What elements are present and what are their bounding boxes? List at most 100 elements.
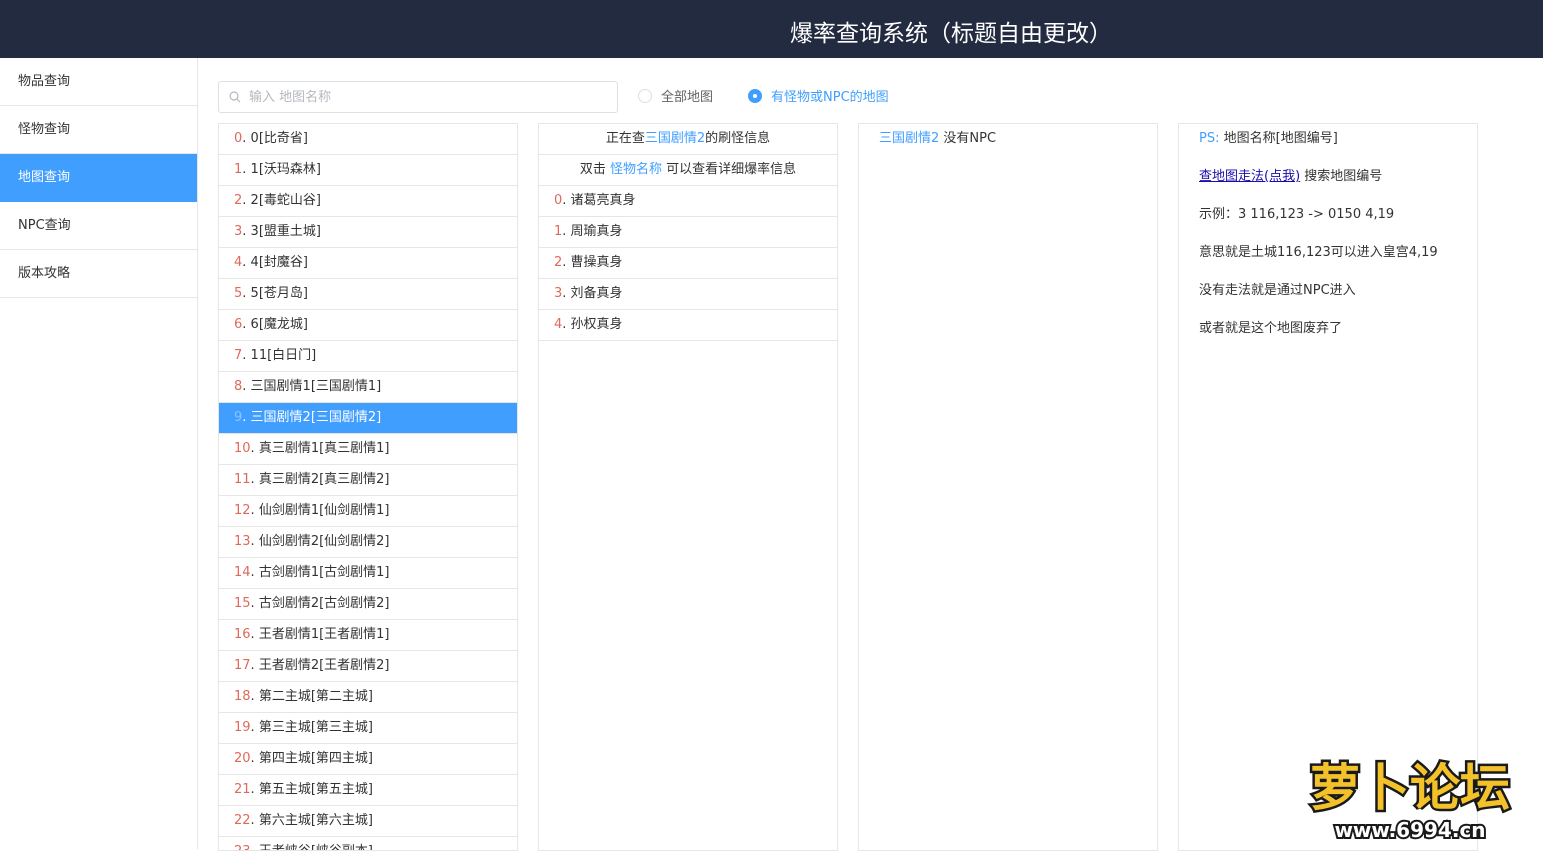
map-index: 13 — [234, 534, 251, 549]
info-example: 示例：3 116,123 -> 0150 4,19 — [1179, 200, 1477, 238]
monster-list-item[interactable]: 2. 曹操真身 — [539, 248, 837, 279]
map-list-item[interactable]: 3. 3[盟重土城] — [219, 217, 517, 248]
map-index: 17 — [234, 658, 251, 673]
radio-all-maps-label: 全部地图 — [661, 86, 713, 105]
map-index: 19 — [234, 720, 251, 735]
hint-prefix: 双击 — [580, 162, 606, 177]
map-index: 11 — [234, 472, 251, 487]
ps-text: 地图名称[地图编号] — [1224, 131, 1338, 146]
monster-list-item[interactable]: 4. 孙权真身 — [539, 310, 837, 341]
map-index: 18 — [234, 689, 251, 704]
map-name: 王者峡谷[峡谷副本] — [259, 844, 373, 851]
monster-list: 0. 诸葛亮真身1. 周瑜真身2. 曹操真身3. 刘备真身4. 孙权真身 — [539, 186, 837, 341]
map-search-input[interactable] — [249, 86, 609, 108]
sidebar-item-monsters[interactable]: 怪物查询 — [0, 106, 197, 154]
map-list-item[interactable]: 10. 真三剧情1[真三剧情1] — [219, 434, 517, 465]
npc-map-name: 三国剧情2 — [879, 131, 939, 146]
map-list-item[interactable]: 17. 王者剧情2[王者剧情2] — [219, 651, 517, 682]
forum-logo-watermark: 萝卜论坛 www.6994.cn — [1292, 747, 1528, 843]
info-ps: PS: 地图名称[地图编号] — [1179, 124, 1477, 162]
map-index: 21 — [234, 782, 251, 797]
map-index: 16 — [234, 627, 251, 642]
map-name: 三国剧情1[三国剧情1] — [251, 379, 382, 394]
map-list-item[interactable]: 14. 古剑剧情1[古剑剧情1] — [219, 558, 517, 589]
map-name: 王者剧情2[王者剧情2] — [259, 658, 390, 673]
map-name: 1[沃玛森林] — [251, 162, 321, 177]
radio-monster-maps-label: 有怪物或NPC的地图 — [771, 86, 889, 105]
map-list-item[interactable]: 7. 11[白日门] — [219, 341, 517, 372]
map-list-item[interactable]: 20. 第四主城[第四主城] — [219, 744, 517, 775]
monster-list-item[interactable]: 0. 诸葛亮真身 — [539, 186, 837, 217]
map-name: 真三剧情2[真三剧情2] — [259, 472, 390, 487]
map-list-item[interactable]: 11. 真三剧情2[真三剧情2] — [219, 465, 517, 496]
map-name: 3[盟重土城] — [251, 224, 321, 239]
map-list-item[interactable]: 4. 4[封魔谷] — [219, 248, 517, 279]
header-map-name: 三国剧情2 — [645, 131, 705, 146]
monster-list-item[interactable]: 1. 周瑜真身 — [539, 217, 837, 248]
map-name: 4[封魔谷] — [251, 255, 308, 270]
map-name: 仙剑剧情2[仙剑剧情2] — [259, 534, 390, 549]
monster-name: 刘备真身 — [571, 286, 623, 301]
map-index: 10 — [234, 441, 251, 456]
monster-list-item[interactable]: 3. 刘备真身 — [539, 279, 837, 310]
search-icon — [229, 91, 241, 103]
map-name: 古剑剧情1[古剑剧情1] — [259, 565, 390, 580]
monster-name: 曹操真身 — [571, 255, 623, 270]
map-route-link[interactable]: 查地图走法(点我) — [1199, 169, 1300, 184]
map-name: 古剑剧情2[古剑剧情2] — [259, 596, 390, 611]
map-index: 23 — [234, 844, 251, 851]
info-panel: PS: 地图名称[地图编号] 查地图走法(点我) 搜索地图编号 示例：3 116… — [1178, 123, 1478, 851]
info-link-line: 查地图走法(点我) 搜索地图编号 — [1179, 162, 1477, 200]
map-list-item[interactable]: 21. 第五主城[第五主城] — [219, 775, 517, 806]
map-list-item[interactable]: 5. 5[苍月岛] — [219, 279, 517, 310]
map-list-item[interactable]: 2. 2[毒蛇山谷] — [219, 186, 517, 217]
map-list-item[interactable]: 18. 第二主城[第二主城] — [219, 682, 517, 713]
map-list-item[interactable]: 9. 三国剧情2[三国剧情2] — [219, 403, 517, 434]
app-header: 爆率查询系统（标题自由更改） — [0, 0, 1543, 58]
map-name: 第六主城[第六主城] — [259, 813, 373, 828]
npc-panel: 三国剧情2 没有NPC — [858, 123, 1158, 851]
map-name: 0[比奇省] — [251, 131, 308, 146]
map-list-item[interactable]: 19. 第三主城[第三主城] — [219, 713, 517, 744]
header-prefix: 正在查 — [606, 131, 645, 146]
info-abandoned: 或者就是这个地图废弃了 — [1179, 314, 1477, 352]
map-index: 14 — [234, 565, 251, 580]
map-name: 王者剧情1[王者剧情1] — [259, 627, 390, 642]
npc-status: 三国剧情2 没有NPC — [859, 124, 1157, 154]
radio-all-maps[interactable]: 全部地图 — [638, 86, 713, 105]
sidebar-item-items[interactable]: 物品查询 — [0, 58, 197, 106]
map-list-item[interactable]: 0. 0[比奇省] — [219, 124, 517, 155]
map-list-item[interactable]: 12. 仙剑剧情1[仙剑剧情1] — [219, 496, 517, 527]
sidebar-item-guide[interactable]: 版本攻略 — [0, 250, 197, 298]
map-list-item[interactable]: 6. 6[魔龙城] — [219, 310, 517, 341]
npc-status-text: 没有NPC — [943, 131, 996, 146]
map-name: 第二主城[第二主城] — [259, 689, 373, 704]
map-list-item[interactable]: 22. 第六主城[第六主城] — [219, 806, 517, 837]
link-suffix: 搜索地图编号 — [1304, 169, 1382, 184]
map-index: 20 — [234, 751, 251, 766]
hint-suffix: 可以查看详细爆率信息 — [666, 162, 796, 177]
radio-monster-maps[interactable]: 有怪物或NPC的地图 — [748, 86, 889, 105]
map-list-item[interactable]: 13. 仙剑剧情2[仙剑剧情2] — [219, 527, 517, 558]
map-name: 6[魔龙城] — [251, 317, 308, 332]
ps-label: PS: — [1199, 131, 1219, 146]
map-list-item[interactable]: 16. 王者剧情1[王者剧情1] — [219, 620, 517, 651]
radio-circle[interactable] — [638, 89, 652, 103]
logo-url: www.6994.cn — [1334, 818, 1485, 842]
monster-panel-hint: 双击 怪物名称 可以查看详细爆率信息 — [539, 155, 837, 186]
map-list-item[interactable]: 15. 古剑剧情2[古剑剧情2] — [219, 589, 517, 620]
sidebar-item-maps[interactable]: 地图查询 — [0, 154, 197, 202]
logo-text: 萝卜论坛 — [1310, 759, 1510, 817]
map-list-item[interactable]: 8. 三国剧情1[三国剧情1] — [219, 372, 517, 403]
map-index: 15 — [234, 596, 251, 611]
map-list-item[interactable]: 1. 1[沃玛森林] — [219, 155, 517, 186]
map-list-panel: 0. 0[比奇省]1. 1[沃玛森林]2. 2[毒蛇山谷]3. 3[盟重土城]4… — [218, 123, 518, 851]
page-title: 爆率查询系统（标题自由更改） — [790, 14, 1112, 48]
radio-circle-checked[interactable] — [748, 89, 762, 103]
monster-name: 孙权真身 — [571, 317, 623, 332]
map-name: 11[白日门] — [251, 348, 317, 363]
map-name: 2[毒蛇山谷] — [251, 193, 321, 208]
map-name: 真三剧情1[真三剧情1] — [259, 441, 390, 456]
map-name: 第五主城[第五主城] — [259, 782, 373, 797]
sidebar-item-npc[interactable]: NPC查询 — [0, 202, 197, 250]
